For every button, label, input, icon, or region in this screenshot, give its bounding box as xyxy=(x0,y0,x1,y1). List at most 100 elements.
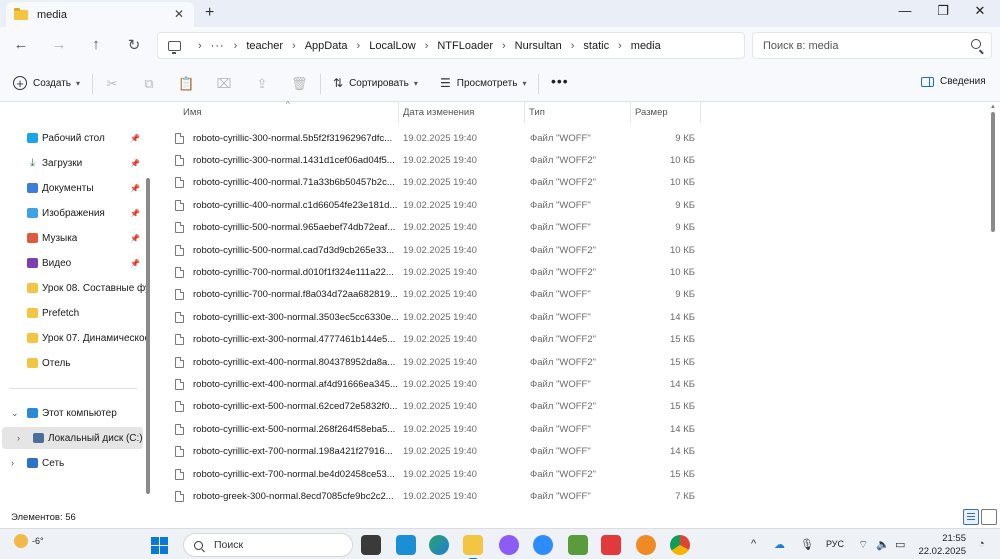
search-input[interactable]: Поиск в: media xyxy=(752,32,992,59)
create-button[interactable]: + Создать ▾ xyxy=(13,76,80,90)
sidebar-item-lesson-08[interactable]: Урок 08. Составные функции xyxy=(0,277,148,299)
delete-icon[interactable]: 🗑 xyxy=(291,76,308,92)
close-window-button[interactable]: ✕ xyxy=(970,3,990,19)
breadcrumb-ntfloader[interactable]: NTFLoader xyxy=(437,40,493,52)
tray-chevron-up-icon[interactable]: ^ xyxy=(751,538,756,550)
file-row[interactable]: roboto-cyrillic-ext-400-normal.af4d91666… xyxy=(170,373,700,395)
file-row[interactable]: roboto-cyrillic-700-normal.f8a034d72aa68… xyxy=(170,284,700,306)
plus-icon: + xyxy=(13,76,27,90)
file-row[interactable]: roboto-cyrillic-ext-500-normal.62ced72e5… xyxy=(170,396,700,418)
start-button[interactable] xyxy=(151,537,168,554)
share-icon[interactable]: ⇪ xyxy=(254,76,270,92)
sidebar-item-lesson-07[interactable]: Урок 07. Динамическое xyxy=(0,327,148,349)
volume-icon[interactable]: 🔈 xyxy=(876,538,890,551)
chevron-down-icon[interactable]: ⌄ xyxy=(11,408,19,419)
details-view-toggle[interactable] xyxy=(963,509,979,525)
breadcrumb-media[interactable]: media xyxy=(631,40,661,52)
search-icon[interactable] xyxy=(971,39,981,49)
taskbar-search[interactable]: Поиск xyxy=(183,533,353,557)
chevron-right-icon[interactable]: › xyxy=(11,458,14,468)
forward-button[interactable]: → xyxy=(49,36,69,53)
breadcrumb-locallow[interactable]: LocalLow xyxy=(369,40,415,52)
minecraft-icon[interactable] xyxy=(568,535,588,555)
breadcrumb-teacher[interactable]: teacher xyxy=(246,40,283,52)
file-row[interactable]: roboto-cyrillic-400-normal.71a33b6b50457… xyxy=(170,172,700,194)
file-icon xyxy=(175,379,184,391)
sidebar-item-desktop[interactable]: Рабочий стол 📌 xyxy=(0,127,148,149)
sidebar-item-this-pc[interactable]: ⌄ Этот компьютер xyxy=(0,402,148,424)
clock[interactable]: 21:55 22.02.2025 xyxy=(918,532,966,558)
chrome-icon[interactable] xyxy=(670,535,690,555)
breadcrumb-more[interactable]: ··· xyxy=(211,40,225,52)
assistant-icon[interactable] xyxy=(499,535,519,555)
sidebar-item-local-disk[interactable]: › Локальный диск (C:) xyxy=(2,427,143,449)
sidebar-item-prefetch[interactable]: Prefetch xyxy=(0,302,148,324)
refresh-button[interactable]: ↻ xyxy=(124,36,144,54)
language-indicator[interactable]: РУС xyxy=(826,539,844,549)
sidebar-item-music[interactable]: Музыка 📌 xyxy=(0,227,148,249)
new-tab-button[interactable]: + xyxy=(205,4,214,22)
view-button[interactable]: ☰ Просмотреть ▾ xyxy=(440,76,526,90)
wifi-icon[interactable]: ⌔ xyxy=(858,538,868,552)
file-row[interactable]: roboto-cyrillic-ext-400-normal.804378952… xyxy=(170,351,700,373)
tab-close-icon[interactable]: ✕ xyxy=(174,7,184,21)
file-row[interactable]: roboto-cyrillic-ext-300-normal.4777461b1… xyxy=(170,329,700,351)
sidebar-item-video[interactable]: Видео 📌 xyxy=(0,252,148,274)
tab-media[interactable]: media ✕ xyxy=(6,2,194,27)
task-view-icon[interactable] xyxy=(361,535,381,555)
file-row[interactable]: roboto-cyrillic-500-normal.965aebef74db7… xyxy=(170,217,700,239)
chevron-right-icon[interactable]: › xyxy=(17,433,20,443)
breadcrumb-appdata[interactable]: AppData xyxy=(305,40,348,52)
cut-icon[interactable]: ✂ xyxy=(104,76,120,92)
microphone-icon[interactable]: 🎙 xyxy=(800,538,814,551)
rename-icon[interactable]: ⌧ xyxy=(216,76,232,92)
sidebar-item-network[interactable]: › Сеть xyxy=(0,452,148,474)
edge-icon[interactable] xyxy=(429,535,449,555)
sort-button[interactable]: ⇅ Сортировать ▾ xyxy=(333,76,418,90)
breadcrumb-nursultan[interactable]: Nursultan xyxy=(515,40,562,52)
file-row[interactable]: roboto-greek-300-normal.8ecd7085cfe9bc2c… xyxy=(170,485,700,507)
restore-button[interactable]: ❐ xyxy=(933,3,953,19)
file-row[interactable]: roboto-cyrillic-ext-700-normal.198a421f2… xyxy=(170,441,700,463)
file-list-scrollbar[interactable] xyxy=(991,112,995,232)
sidebar-item-hotel[interactable]: Отель xyxy=(0,352,148,374)
column-header-type[interactable]: Тип xyxy=(525,102,631,123)
sidebar-item-downloads[interactable]: ⤓ Загрузки 📌 xyxy=(0,152,148,174)
file-row[interactable]: roboto-cyrillic-ext-300-normal.3503ec5cc… xyxy=(170,306,700,328)
file-row[interactable]: roboto-cyrillic-ext-700-normal.be4d02458… xyxy=(170,463,700,485)
store-icon[interactable] xyxy=(396,535,416,555)
column-header-date[interactable]: Дата изменения xyxy=(399,102,525,123)
address-bar[interactable]: › ··· › teacher › AppData › LocalLow › N… xyxy=(157,32,745,59)
notification-icon[interactable]: ◔ xyxy=(978,538,985,550)
sidebar-scrollbar[interactable] xyxy=(146,178,150,494)
tiles-view-toggle[interactable] xyxy=(981,509,997,525)
file-date: 19.02.2025 19:40 xyxy=(403,155,477,167)
column-header-size[interactable]: Размер xyxy=(631,102,701,123)
file-row[interactable]: roboto-cyrillic-400-normal.c1d66054fe23e… xyxy=(170,194,700,216)
file-row[interactable]: roboto-cyrillic-300-normal.1431d1cef06ad… xyxy=(170,149,700,171)
file-row[interactable]: roboto-cyrillic-700-normal.d010f1f324e11… xyxy=(170,261,700,283)
more-options-button[interactable]: ••• xyxy=(551,73,569,89)
network-icon xyxy=(27,458,38,468)
minimize-button[interactable]: — xyxy=(895,3,915,18)
details-button[interactable]: Сведения xyxy=(921,76,986,87)
back-button[interactable]: ← xyxy=(11,36,31,53)
sidebar-item-images[interactable]: Изображения 📌 xyxy=(0,202,148,224)
file-explorer-icon[interactable] xyxy=(463,535,483,559)
cloud-icon[interactable]: ☁ xyxy=(774,538,785,551)
scroll-up-icon[interactable]: ▲ xyxy=(990,104,996,110)
file-row[interactable]: roboto-cyrillic-300-normal.5b5f2f3196296… xyxy=(170,127,700,149)
search-app-icon[interactable] xyxy=(636,535,656,555)
file-row[interactable]: roboto-cyrillic-ext-500-normal.268f264f5… xyxy=(170,418,700,440)
column-header-name[interactable]: Имя xyxy=(179,102,399,123)
weather-widget[interactable]: -6° xyxy=(14,534,44,548)
copy-icon[interactable]: ⧉ xyxy=(141,76,157,92)
anydesk-icon[interactable] xyxy=(601,535,621,555)
zoom-icon[interactable] xyxy=(533,535,553,555)
breadcrumb-static[interactable]: static xyxy=(583,40,609,52)
up-button[interactable]: ↑ xyxy=(86,36,106,53)
sidebar-item-documents[interactable]: Документы 📌 xyxy=(0,177,148,199)
battery-icon[interactable]: ▭ xyxy=(895,538,905,551)
file-row[interactable]: roboto-cyrillic-500-normal.cad7d3d9cb265… xyxy=(170,239,700,261)
paste-icon[interactable]: 📋 xyxy=(178,76,194,92)
